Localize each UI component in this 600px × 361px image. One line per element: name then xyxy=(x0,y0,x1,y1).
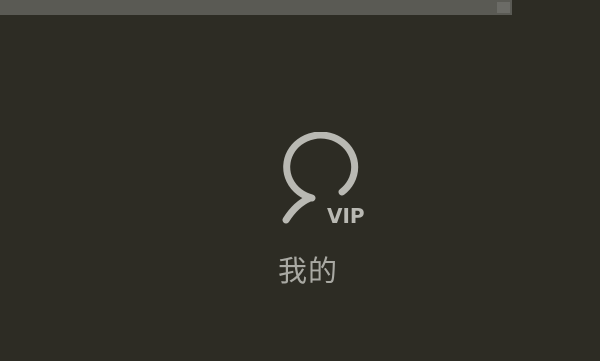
tile-label: 我的 xyxy=(278,254,339,288)
my-profile-tile[interactable]: VIP 我的 xyxy=(240,124,400,294)
top-bar-edge xyxy=(497,2,510,13)
top-bar xyxy=(0,0,512,15)
vip-badge: VIP xyxy=(327,204,365,228)
screen: VIP 我的 xyxy=(0,0,600,361)
